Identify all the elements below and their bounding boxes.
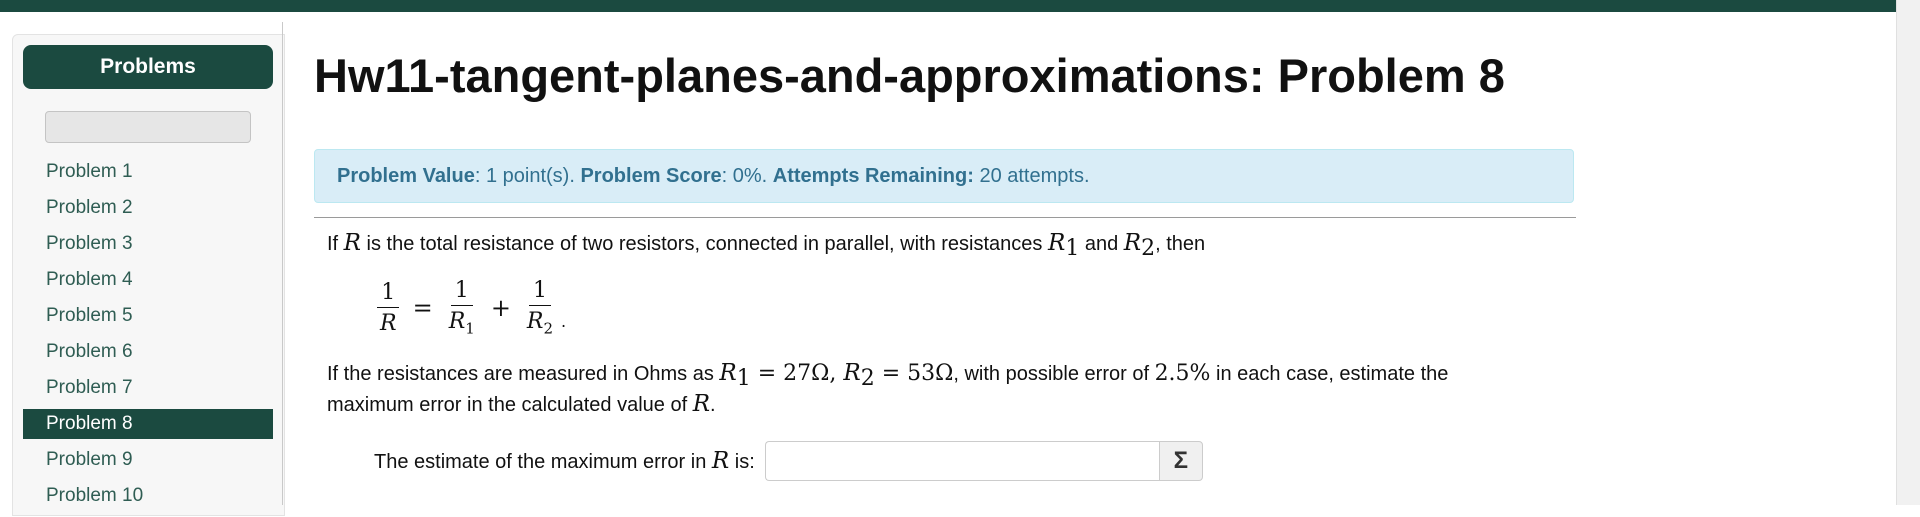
math-var-r2: R [1123,230,1142,256]
sidebar-item-problem-3[interactable]: Problem 3 [23,229,273,259]
text-fragment: and [1079,233,1124,255]
attempts-remaining-text: 20 attempts. [973,164,1090,187]
problem-score-text: : 0%. [721,164,773,187]
sidebar-header: Problems [23,45,273,89]
sidebar-item-problem-5[interactable]: Problem 5 [23,301,273,331]
denominator: R [380,310,397,336]
page-title: Hw11-tangent-planes-and-approximations: … [314,49,1505,102]
math-sub-2: 2 [860,366,875,391]
fraction-1-over-r: 1 R [376,280,401,336]
den-var: R [526,309,544,334]
problem-value-text: : 1 point(s). [474,164,581,187]
math-error-percent: 2.5% [1154,361,1211,386]
math-sub-2: 2 [1141,236,1156,261]
den-sub: 2 [543,319,554,338]
equation-editor-button[interactable]: Σ [1158,441,1203,481]
sidebar-item-problem-7[interactable]: Problem 7 [23,373,273,403]
problem-statement-line-3: maximum error in the calculated value of… [327,391,716,417]
fraction-1-over-r2: 1 R2 [523,278,557,337]
problem-statement-line-2: If the resistances are measured in Ohms … [327,360,1448,391]
page-scrollbar[interactable] [1896,0,1920,505]
problem-statement-line-1: If R is the total resistance of two resi… [327,230,1205,261]
text-fragment: is the total resistance of two resistors… [361,233,1048,255]
plus-sign: + [490,293,511,322]
sidebar-item-problem-9[interactable]: Problem 9 [23,445,273,475]
math-var-r: R [711,448,730,474]
math-var-r: R [343,230,361,256]
denominator: R2 [523,306,557,337]
text-fragment: If the resistances are measured in Ohms … [327,363,720,385]
math-r2-value: = 53Ω [874,361,954,386]
attempts-remaining-label: Attempts Remaining: [772,164,974,187]
text-fragment: , with possible error of [953,363,1155,385]
math-var-r: R [692,391,711,417]
text-fragment: , then [1155,233,1206,255]
numerator: 1 [528,278,551,306]
sidebar-item-problem-2[interactable]: Problem 2 [23,193,273,223]
problem-value-label: Problem Value [337,164,475,187]
text-fragment: The estimate of the maximum error in [374,451,712,473]
math-var-r2: R [843,360,861,386]
math-sub-1: 1 [736,366,751,391]
numerator: 1 [377,280,400,308]
parallel-resistance-formula: 1 R = 1 R1 + 1 R2 . [372,278,566,337]
top-bar [0,0,1896,12]
sidebar-search-input[interactable] [45,111,251,143]
sigma-icon: Σ [1173,447,1188,474]
answer-input[interactable] [764,441,1159,481]
math-r1-value: = 27Ω, [750,361,844,386]
math-sub-1: 1 [1065,236,1080,261]
sidebar-item-problem-10[interactable]: Problem 10 [23,481,273,511]
den-sub: 1 [465,319,475,338]
sidebar: Problems Problem 1 Problem 2 Problem 3 P… [12,34,285,516]
period: . [561,312,567,332]
problem-list: Problem 1 Problem 2 Problem 3 Problem 4 … [23,157,273,517]
divider-line [314,217,1576,218]
text-fragment: is: [729,451,755,473]
denominator: R1 [445,306,479,337]
numerator: 1 [450,278,473,306]
sidebar-item-problem-1[interactable]: Problem 1 [23,157,273,187]
text-fragment: . [710,394,716,416]
fraction-1-over-r1: 1 R1 [445,278,479,337]
problem-info-box: Problem Value: 1 point(s). Problem Score… [314,149,1574,203]
text-fragment: If [327,233,344,255]
problem-score-label: Problem Score [580,164,722,187]
sidebar-item-problem-6[interactable]: Problem 6 [23,337,273,367]
sidebar-item-problem-8[interactable]: Problem 8 [23,409,273,439]
math-var-r1: R [719,360,737,386]
answer-label: The estimate of the maximum error in R i… [374,448,755,474]
text-fragment: maximum error in the calculated value of [327,394,693,416]
text-fragment: in each case, estimate the [1210,363,1449,385]
math-var-r1: R [1047,230,1066,256]
sidebar-item-problem-4[interactable]: Problem 4 [23,265,273,295]
answer-row: The estimate of the maximum error in R i… [374,441,1203,481]
sidebar-divider [282,22,283,505]
equals-sign: = [412,293,433,322]
den-var: R [448,309,466,334]
